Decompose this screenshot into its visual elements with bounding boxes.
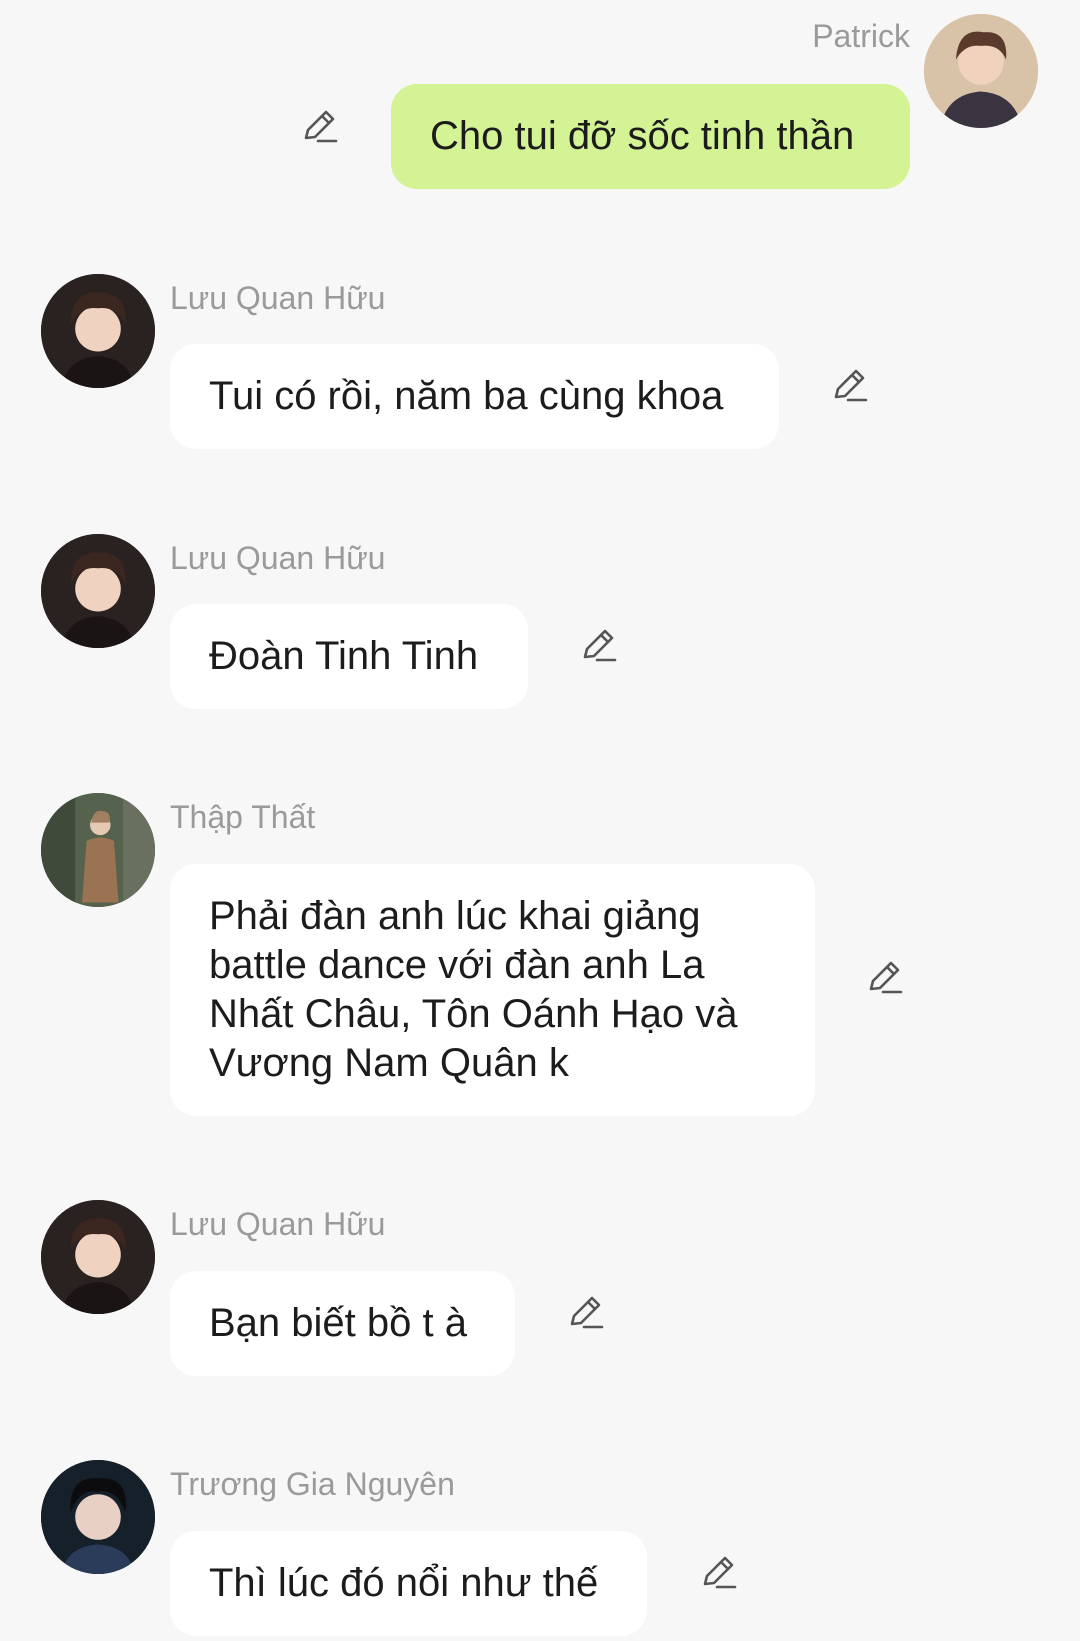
edit-icon[interactable] (577, 623, 621, 667)
sender-name: Thập Thất (170, 799, 316, 835)
avatar-luu-quan-huu[interactable] (41, 274, 155, 388)
edit-icon[interactable] (828, 363, 872, 407)
message-bubble[interactable]: Thì lúc đó nổi như thế (170, 1531, 647, 1636)
message-bubble[interactable]: Tui có rồi, năm ba cùng khoa (170, 344, 779, 449)
message-bubble[interactable]: Đoàn Tinh Tinh (170, 604, 528, 709)
sender-name: Trương Gia Nguyên (170, 1466, 455, 1502)
message-bubble[interactable]: Cho tui đỡ sốc tinh thần (391, 84, 910, 189)
edit-icon[interactable] (564, 1290, 608, 1334)
avatar-patrick[interactable] (924, 14, 1038, 128)
message-bubble[interactable]: Bạn biết bồ t à (170, 1271, 515, 1376)
edit-icon[interactable] (298, 104, 342, 148)
sender-name: Lưu Quan Hữu (170, 1206, 386, 1242)
avatar-luu-quan-huu[interactable] (41, 1200, 155, 1314)
message-bubble[interactable]: Phải đàn anh lúc khai giảng battle dance… (170, 864, 815, 1116)
sender-name: Patrick (812, 18, 910, 54)
sender-name: Lưu Quan Hữu (170, 280, 386, 316)
avatar-luu-quan-huu[interactable] (41, 534, 155, 648)
sender-name: Lưu Quan Hữu (170, 540, 386, 576)
edit-icon[interactable] (863, 955, 907, 999)
avatar-thap-that[interactable] (41, 793, 155, 907)
edit-icon[interactable] (697, 1550, 741, 1594)
avatar-truong-gia-nguyen[interactable] (41, 1460, 155, 1574)
